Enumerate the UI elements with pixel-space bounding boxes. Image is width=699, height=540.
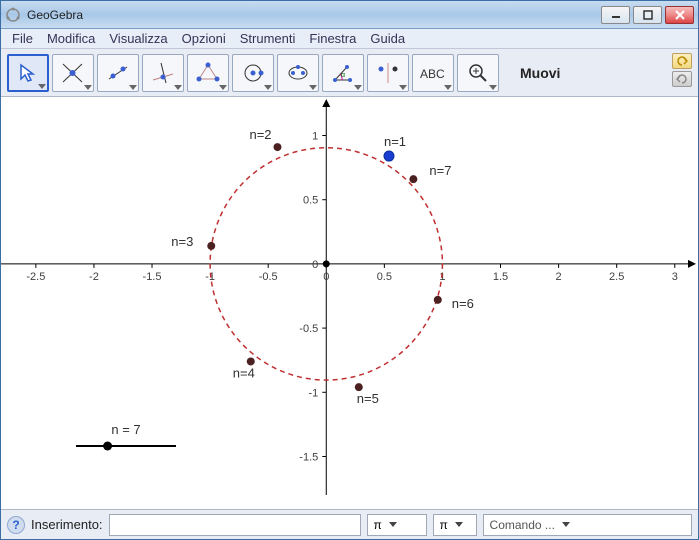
menubar: File Modifica Visualizza Opzioni Strumen… <box>1 29 698 49</box>
chevron-down-icon <box>562 522 570 527</box>
minimize-button[interactable] <box>601 6 630 24</box>
svg-text:n=5: n=5 <box>357 391 379 406</box>
tool-text[interactable]: ABC <box>412 54 454 92</box>
chevron-down-icon <box>38 84 46 89</box>
svg-text:-1.5: -1.5 <box>143 271 162 283</box>
chevron-down-icon <box>389 522 397 527</box>
svg-text:n=1: n=1 <box>384 134 406 149</box>
input-label: Inserimento: <box>31 517 103 532</box>
graphics-view[interactable]: -2.5-2-1.5-1-0.500.511.522.53-1.5-1-0.50… <box>1 97 698 509</box>
svg-text:2: 2 <box>556 271 562 283</box>
undo-button[interactable] <box>672 53 692 69</box>
menu-visualizza[interactable]: Visualizza <box>104 30 172 47</box>
tool-label: Muovi <box>520 65 560 81</box>
chevron-down-icon <box>455 522 463 527</box>
svg-text:2.5: 2.5 <box>609 271 624 283</box>
menu-strumenti[interactable]: Strumenti <box>235 30 301 47</box>
tool-polygon[interactable] <box>187 54 229 92</box>
menu-opzioni[interactable]: Opzioni <box>177 30 231 47</box>
tool-circle[interactable] <box>232 54 274 92</box>
tool-zoom[interactable] <box>457 54 499 92</box>
chevron-down-icon <box>264 85 272 90</box>
menu-guida[interactable]: Guida <box>365 30 410 47</box>
chevron-down-icon <box>399 85 407 90</box>
chevron-down-icon <box>129 85 137 90</box>
svg-text:ABC: ABC <box>420 67 445 81</box>
svg-text:n=7: n=7 <box>429 163 451 178</box>
svg-text:0: 0 <box>312 259 318 271</box>
command-select[interactable]: Comando ... <box>483 514 692 536</box>
chevron-down-icon <box>354 85 362 90</box>
tool-move[interactable] <box>7 54 49 92</box>
input-bar: ? Inserimento: π π Comando ... <box>1 509 698 539</box>
svg-text:n=4: n=4 <box>233 365 255 380</box>
svg-text:0.5: 0.5 <box>303 195 318 207</box>
plot-svg: -2.5-2-1.5-1-0.500.511.522.53-1.5-1-0.50… <box>1 97 698 495</box>
toolbar: α ABC Muovi <box>1 49 698 97</box>
svg-text:0.5: 0.5 <box>377 271 392 283</box>
chevron-down-icon <box>444 85 452 90</box>
svg-text:0: 0 <box>323 271 329 283</box>
maximize-button[interactable] <box>633 6 662 24</box>
close-button[interactable] <box>665 6 694 24</box>
svg-text:n = 7: n = 7 <box>111 422 140 437</box>
svg-text:1.5: 1.5 <box>493 271 508 283</box>
tool-reflect[interactable] <box>367 54 409 92</box>
title-text: GeoGebra <box>27 8 601 22</box>
svg-text:-1.5: -1.5 <box>299 451 318 463</box>
svg-text:1: 1 <box>312 131 318 143</box>
chevron-down-icon <box>309 85 317 90</box>
titlebar[interactable]: GeoGebra <box>1 1 698 29</box>
app-window: GeoGebra File Modifica Visualizza Opzion… <box>0 0 699 540</box>
chevron-down-icon <box>84 85 92 90</box>
svg-text:α: α <box>341 72 345 79</box>
svg-text:-1: -1 <box>308 387 318 399</box>
menu-finestra[interactable]: Finestra <box>304 30 361 47</box>
svg-text:3: 3 <box>672 271 678 283</box>
tool-line[interactable] <box>97 54 139 92</box>
tool-perpendicular[interactable] <box>142 54 184 92</box>
menu-modifica[interactable]: Modifica <box>42 30 100 47</box>
svg-text:n=2: n=2 <box>249 127 271 142</box>
chevron-down-icon <box>174 85 182 90</box>
svg-text:n=6: n=6 <box>452 296 474 311</box>
svg-text:-2.5: -2.5 <box>26 271 45 283</box>
svg-text:n=3: n=3 <box>171 234 193 249</box>
symbol-select-2[interactable]: π <box>433 514 477 536</box>
tool-ellipse[interactable] <box>277 54 319 92</box>
svg-text:-2: -2 <box>89 271 99 283</box>
svg-text:-0.5: -0.5 <box>299 323 318 335</box>
chevron-down-icon <box>489 85 497 90</box>
redo-button[interactable] <box>672 71 692 87</box>
menu-file[interactable]: File <box>7 30 38 47</box>
tool-angle[interactable]: α <box>322 54 364 92</box>
svg-text:-0.5: -0.5 <box>259 271 278 283</box>
app-icon <box>5 7 21 23</box>
tool-point[interactable] <box>52 54 94 92</box>
help-icon[interactable]: ? <box>7 516 25 534</box>
chevron-down-icon <box>219 85 227 90</box>
symbol-select-1[interactable]: π <box>367 514 427 536</box>
command-input[interactable] <box>109 514 361 536</box>
